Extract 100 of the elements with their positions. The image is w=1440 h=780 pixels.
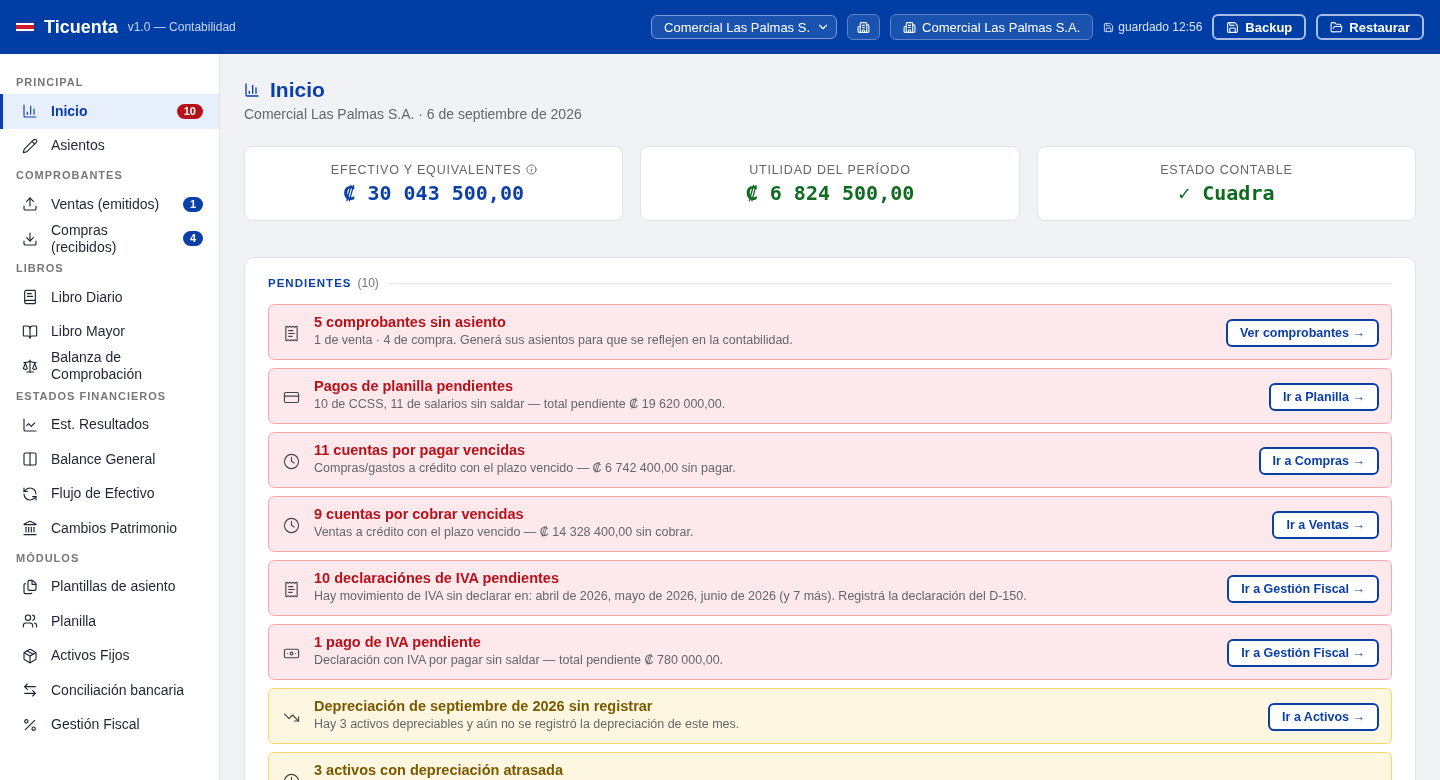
alert-title: 3 activos con depreciación atrasada <box>314 762 565 779</box>
sidebar-item-label: Compras (recibidos) <box>51 221 118 256</box>
clock-icon <box>283 452 300 470</box>
sidebar-item-label: Plantillas de asiento <box>51 578 177 596</box>
alert-detail: Compras/gastos a crédito con el plazo vencido — ₡ 6 742 400,00 sin pagar. <box>314 461 737 475</box>
sidebar-item[interactable]: Activos Fijos <box>0 638 219 673</box>
clock-icon <box>283 516 300 534</box>
app-version: v1.0 — Contabilidad <box>127 20 236 34</box>
alert-title: 10 declaraciónes de IVA pendientes <box>314 570 560 587</box>
building-icon <box>857 20 870 34</box>
users-icon <box>22 613 38 630</box>
sidebar-section-title: MÓDULOS <box>15 550 81 566</box>
alert-action-button[interactable]: Ir a Gestión Fiscal → <box>1227 575 1379 603</box>
bar-chart-icon <box>244 82 260 98</box>
stat-label: UTILIDAD DEL PERÍODO <box>749 162 911 177</box>
stat-value: ✓ Cuadra <box>1178 180 1275 205</box>
sidebar-item[interactable]: Plantillas de asiento <box>0 569 219 604</box>
refresh-icon <box>22 485 38 502</box>
sidebar-item-label: Activos Fijos <box>51 647 131 665</box>
save-icon <box>1103 21 1115 33</box>
table-icon <box>22 451 38 468</box>
flag-icon <box>16 21 34 33</box>
page-subtitle: Comercial Las Palmas S.A. · 6 de septiembre de 2026 <box>244 106 583 122</box>
sidebar-item-label: Gestión Fiscal <box>51 716 141 734</box>
alert-detail: 1 de venta · 4 de compra. Generá sus asientos para que se reflejen en la contabilidad. <box>314 333 794 347</box>
open-book-icon <box>22 323 38 340</box>
sidebar-item[interactable]: Balance General <box>0 442 219 477</box>
scale-icon <box>22 358 38 375</box>
folder-icon <box>1330 20 1344 34</box>
sidebar-item-label: Flujo de Efectivo <box>51 485 156 503</box>
sidebar-item-label: Balance General <box>51 450 157 468</box>
bar-chart-icon <box>22 103 38 120</box>
alert-title: 1 pago de IVA pendiente <box>314 634 482 651</box>
sidebar-item[interactable]: Cambios Patrimonio <box>0 511 219 546</box>
alert-action-button[interactable]: Ver comprobantes → <box>1225 319 1379 347</box>
sidebar-item[interactable]: Conciliación bancaria <box>0 673 219 708</box>
sidebar-item-label: Planilla <box>51 612 98 630</box>
save-icon <box>1226 20 1240 34</box>
alert-detail: Hay 3 activos depreciables y aún no se registró la depreciación de este mes. <box>314 717 741 731</box>
company-button[interactable]: Comercial Las Palmas S.A. <box>890 14 1094 40</box>
company-button[interactable] <box>847 14 880 40</box>
receipt-icon <box>283 580 300 598</box>
stat-value: ₡ 6 824 500,00 <box>745 180 915 205</box>
alert-action-button[interactable]: Ir a Planilla → <box>1269 383 1379 411</box>
sidebar-item[interactable]: Est. Resultados <box>0 407 219 442</box>
bank-icon <box>22 520 38 537</box>
count-badge: 10 <box>176 103 203 119</box>
pencil-icon <box>22 137 38 154</box>
sidebar-item[interactable]: Libro Diario <box>0 280 219 315</box>
sidebar-section-title: ESTADOS FINANCIEROS <box>15 388 168 404</box>
sidebar-item[interactable]: Inicio 10 <box>0 94 219 129</box>
alert-detail: 10 de CCSS, 11 de salarios sin saldar — total pendiente ₡ 19 620 000,00. <box>314 397 727 411</box>
alert-action-button[interactable]: Ir a Gestión Fiscal → <box>1227 639 1379 667</box>
upload-icon <box>22 196 38 213</box>
stat-label: ESTADO CONTABLE <box>1160 162 1293 177</box>
sidebar-item[interactable]: Asientos <box>0 128 219 163</box>
sidebar-item-label: Est. Resultados <box>51 416 151 434</box>
alert-title: 9 cuentas por cobrar vencidas <box>314 506 525 523</box>
sidebar-item-label: Inicio <box>51 102 89 120</box>
alert-detail: Hay movimiento de IVA sin declarar en: abril de 2026, mayo de 2026, junio de 2026 (y 7 más). Registrá la declaración del D-150. <box>314 589 1028 603</box>
sidebar-item[interactable]: Planilla <box>0 604 219 639</box>
building-icon <box>903 20 916 34</box>
panel-count: (10) <box>357 276 379 290</box>
sidebar-item[interactable]: Libro Mayor <box>0 314 219 349</box>
stat-value: ₡ 30 043 500,00 <box>343 180 524 205</box>
sidebar-item[interactable]: Ventas (emitidos) 1 <box>0 187 219 222</box>
page-title: Inicio <box>270 78 325 102</box>
save-status: guardado 12:56 <box>1103 20 1203 34</box>
line-chart-icon <box>22 416 38 433</box>
alert-title: 11 cuentas por pagar vencidas <box>314 442 527 459</box>
sidebar-item-label: Conciliación bancaria <box>51 681 186 699</box>
percent-icon <box>22 716 38 733</box>
documents-icon <box>22 578 38 595</box>
count-badge: 4 <box>182 231 203 247</box>
sidebar-item[interactable]: Compras (recibidos) 4 <box>0 221 219 256</box>
sidebar-item-label: Asientos <box>51 137 106 155</box>
sidebar-section-title: PRINCIPAL <box>15 75 85 90</box>
sidebar-item-label: Balanza de Comprobación <box>51 349 144 384</box>
restore-button[interactable]: Restaurar <box>1316 14 1424 40</box>
sidebar-item-label: Libro Mayor <box>51 323 126 341</box>
panel-title: PENDIENTES <box>268 277 352 289</box>
download-icon <box>22 230 38 247</box>
sidebar-item[interactable]: Flujo de Efectivo <box>0 476 219 511</box>
alert-title: Pagos de planilla pendientes <box>314 378 515 395</box>
company-select[interactable]: Comercial Las Palmas S. <box>651 15 837 39</box>
sidebar-item[interactable]: Gestión Fiscal <box>0 707 219 742</box>
app-name: Ticuenta <box>44 16 118 38</box>
arrows-icon <box>22 682 38 699</box>
sidebar-item[interactable]: Balanza de Comprobación <box>0 349 219 384</box>
alert-detail: Declaración con IVA por pagar sin saldar — total pendiente ₡ 780 000,00. <box>314 653 725 667</box>
alert-detail: Ventas a crédito con el plazo vencido — ₡ 14 328 400,00 sin cobrar. <box>314 525 695 539</box>
alert-action-button[interactable]: Ir a Compras → <box>1258 447 1379 475</box>
backup-button[interactable]: Backup <box>1212 14 1307 40</box>
count-badge: 1 <box>182 196 203 212</box>
alert-action-button[interactable]: Ir a Activos → <box>1268 703 1379 731</box>
alert-title: 5 comprobantes sin asiento <box>314 314 507 331</box>
receipt-icon <box>283 324 300 342</box>
alert-action-button[interactable]: Ir a Ventas → <box>1272 511 1379 539</box>
sidebar-section-title: COMPROBANTES <box>15 168 124 183</box>
sidebar-item-label: Cambios Patrimonio <box>51 519 179 537</box>
